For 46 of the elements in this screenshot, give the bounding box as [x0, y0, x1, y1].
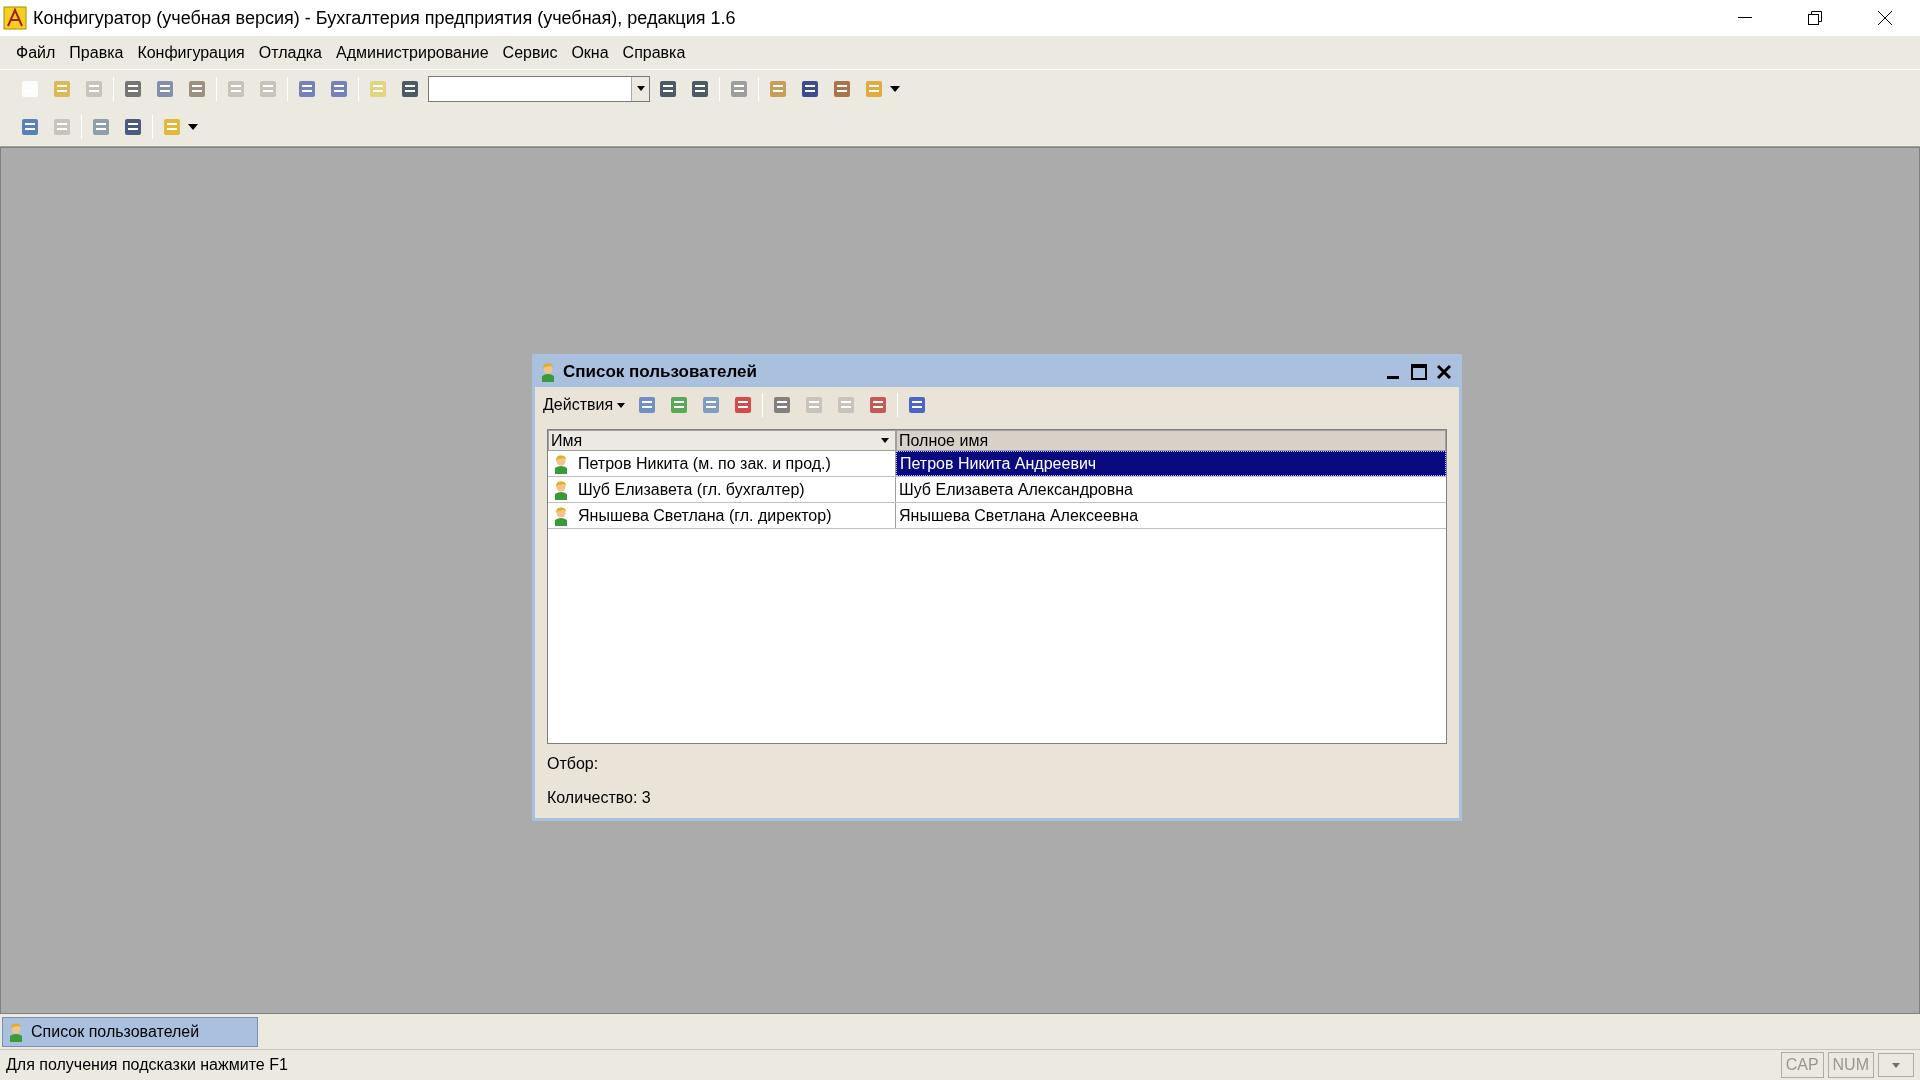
search-combo[interactable] — [428, 75, 650, 102]
window-title: Конфигуратор (учебная версия) - Бухгалтерия предприятия (учебная), редакция 1.6 — [33, 6, 736, 30]
column-header[interactable]: Имя — [548, 430, 896, 451]
table-row[interactable]: Янышева Светлана (гл. директор) Янышева Светлана Алексеевна — [548, 503, 1446, 529]
menu-item[interactable]: Конфигурация — [131, 38, 251, 67]
caret-icon[interactable] — [188, 123, 198, 130]
menu-item[interactable]: Окна — [565, 38, 615, 67]
filter-label: Отбор: — [547, 754, 600, 774]
caret-icon — [1892, 1062, 1900, 1068]
status-dropdown[interactable] — [1878, 1053, 1914, 1077]
user-icon — [539, 362, 557, 382]
close-icon — [1877, 10, 1893, 26]
status-indicator: NUM — [1827, 1052, 1874, 1078]
table-cell: Янышева Светлана (гл. директор) — [548, 503, 896, 528]
menu-item[interactable]: Отладка — [252, 38, 328, 67]
dropdown-button[interactable] — [631, 76, 649, 101]
status-indicator: CAP — [1780, 1052, 1824, 1078]
count-label: Количество: 3 — [547, 788, 652, 808]
status-hint: Для получения подсказки нажмите F1 — [6, 1055, 288, 1075]
column-header[interactable]: Полное имя — [896, 430, 1446, 451]
user-icon — [7, 1021, 25, 1042]
menu-item[interactable]: Справка — [616, 38, 692, 67]
dialog-title: Список пользователей — [563, 361, 757, 384]
menu-item[interactable]: Сервис — [496, 38, 564, 67]
window-tab[interactable]: Список пользователей — [2, 1016, 258, 1047]
table-row[interactable]: Петров Никита (м. по зак. и прод.) Петров Никита Андреевич — [548, 451, 1446, 477]
menu-item[interactable]: Администрирование — [330, 38, 495, 67]
app-logo-icon — [3, 6, 27, 30]
user-icon — [552, 505, 570, 526]
caret-icon — [617, 402, 626, 408]
table-cell-text: Янышева Светлана Алексеевна — [898, 505, 1140, 526]
minimize-icon — [1738, 17, 1752, 19]
table-row[interactable]: Шуб Елизавета (гл. бухгалтер) Шуб Елизавета Александровна — [548, 477, 1446, 503]
user-icon — [552, 453, 570, 474]
table-cell: Петров Никита Андреевич — [896, 451, 1446, 476]
table-cell-text: Шуб Елизавета Александровна — [898, 479, 1134, 500]
table-cell: Шуб Елизавета (гл. бухгалтер) — [548, 477, 896, 502]
caret-icon[interactable] — [890, 85, 900, 92]
restore-icon — [1808, 11, 1822, 25]
actions-menu-button[interactable]: Действия — [543, 393, 626, 417]
caret-icon — [636, 86, 645, 91]
menu-item[interactable]: Правка — [63, 38, 130, 67]
user-icon — [552, 479, 570, 500]
menu-item[interactable]: Файл — [10, 38, 62, 67]
close-icon[interactable] — [1437, 365, 1451, 379]
maximize-icon[interactable] — [1411, 364, 1427, 380]
